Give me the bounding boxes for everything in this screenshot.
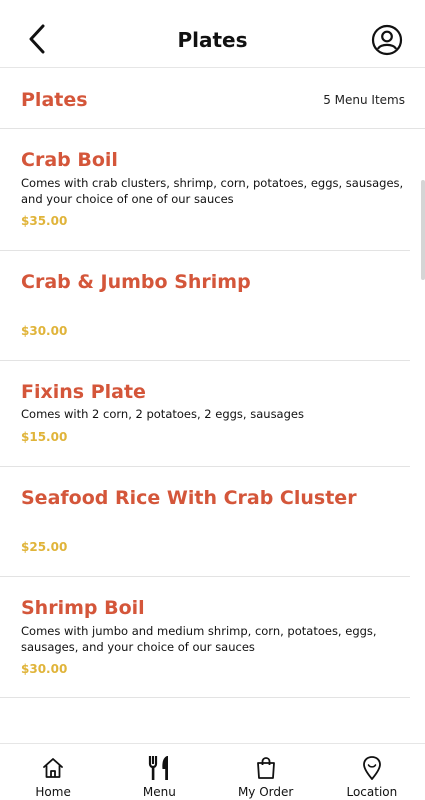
menu-item-crab-boil[interactable]: Crab Boil Comes with crab clusters, shri…	[0, 130, 425, 251]
menu-item-count: 5 Menu Items	[323, 93, 405, 107]
menu-item-fixins-plate[interactable]: Fixins Plate Comes with 2 corn, 2 potato…	[0, 361, 425, 467]
nav-label: Menu	[142, 785, 176, 799]
nav-item-menu[interactable]: Menu	[106, 744, 212, 800]
menu-item-shrimp-boil[interactable]: Shrimp Boil Comes with jumbo and medium …	[0, 577, 425, 698]
location-pin-icon	[359, 755, 385, 781]
menu-item-crab-jumbo-shrimp[interactable]: Crab & Jumbo Shrimp $30.00	[0, 251, 425, 361]
bottom-nav: Home Menu My Order Location	[0, 743, 425, 800]
shopping-bag-icon	[253, 755, 279, 781]
item-price: $25.00	[21, 540, 68, 554]
item-name: Seafood Rice With Crab Cluster	[21, 487, 357, 509]
account-button[interactable]	[371, 24, 403, 56]
menu-item-seafood-rice[interactable]: Seafood Rice With Crab Cluster $25.00	[0, 467, 425, 577]
item-name: Crab & Jumbo Shrimp	[21, 271, 251, 293]
section-title: Plates	[21, 89, 88, 111]
nav-item-home[interactable]: Home	[0, 744, 106, 800]
home-icon	[40, 755, 66, 781]
nav-label: My Order	[237, 785, 294, 799]
item-price: $30.00	[21, 662, 68, 676]
top-bar: Plates	[0, 0, 425, 68]
item-description: Comes with jumbo and medium shrimp, corn…	[21, 624, 377, 654]
item-name: Crab Boil	[21, 149, 118, 171]
fork-knife-icon	[146, 755, 172, 781]
user-circle-icon	[371, 24, 403, 56]
item-price: $35.00	[21, 214, 68, 228]
nav-label: Home	[35, 785, 71, 799]
nav-item-my-order[interactable]: My Order	[213, 744, 319, 800]
item-description: Comes with 2 corn, 2 potatoes, 2 eggs, s…	[21, 407, 304, 421]
item-price: $30.00	[21, 324, 68, 338]
nav-item-location[interactable]: Location	[319, 744, 425, 800]
item-name: Fixins Plate	[21, 381, 146, 403]
item-name: Shrimp Boil	[21, 597, 145, 619]
item-price: $15.00	[21, 430, 68, 444]
item-description: Comes with crab clusters, shrimp, corn, …	[21, 176, 404, 206]
divider	[0, 697, 410, 698]
page-title: Plates	[177, 28, 248, 52]
scrollbar-thumb[interactable]	[421, 180, 425, 280]
section-header: Plates 5 Menu Items	[0, 69, 425, 129]
nav-label: Location	[346, 785, 398, 799]
